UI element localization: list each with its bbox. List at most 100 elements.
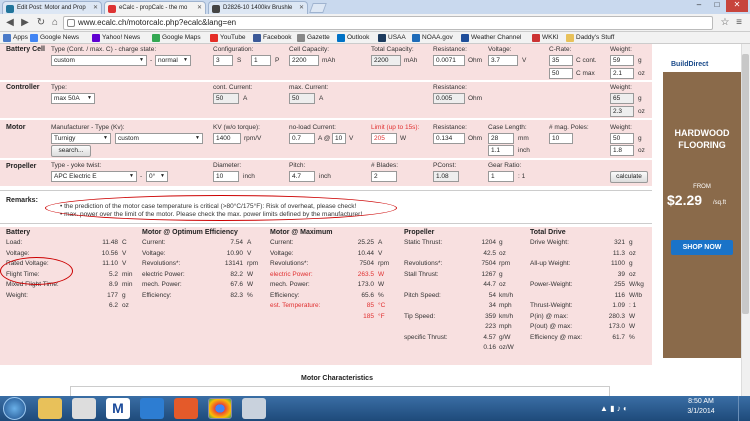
minimize-button[interactable]: – [690, 0, 708, 12]
start-button[interactable] [3, 397, 26, 420]
field-label: Voltage: [488, 46, 512, 53]
tab-motor-product[interactable]: D2826-10 1400kv Brushle ✕ [208, 1, 308, 14]
config-s-input[interactable]: 3 [213, 55, 233, 66]
pconst-value: 1.08 [433, 171, 459, 182]
gear-ratio-input[interactable]: 1 [488, 171, 514, 182]
mag-poles-input[interactable]: 10 [549, 133, 573, 144]
close-icon[interactable]: ✕ [197, 4, 202, 11]
clock-date[interactable]: 3/1/2014 [678, 408, 724, 415]
field-label: Case Length: [488, 124, 527, 131]
result-label: Efficiency: [142, 291, 172, 299]
internet-explorer-icon[interactable] [140, 398, 164, 419]
tab-edit-post[interactable]: Edit Post: Motor and Prop ✕ [2, 1, 102, 14]
result-value: 61.7 [612, 333, 625, 341]
result-unit: °F [378, 312, 385, 320]
menu-icon[interactable]: ≡ [732, 16, 746, 30]
bookmark-facebook[interactable]: Facebook [253, 33, 292, 43]
result-unit: rpm [499, 260, 511, 267]
battery-voltage-input[interactable]: 3.7 [488, 55, 518, 66]
chrome-icon[interactable] [208, 398, 232, 419]
max-current-value: 50 [289, 93, 315, 104]
bookmark-gazette[interactable]: Gazette [297, 33, 330, 43]
result-value: 7.54 [230, 239, 243, 246]
bookmark-usaa[interactable]: USAA [378, 33, 406, 43]
forward-icon[interactable]: ▶ [18, 16, 32, 30]
cell-capacity-input[interactable]: 2200 [289, 55, 319, 66]
config-p-input[interactable]: 1 [251, 55, 271, 66]
case-length-mm-input[interactable]: 28 [488, 133, 514, 144]
maximize-button[interactable]: □ [708, 0, 726, 12]
bookmark-star-icon[interactable]: ☆ [718, 16, 732, 30]
result-label: Load: [6, 239, 23, 246]
bookmark-daddys-stuff[interactable]: Daddy's Stuff [566, 33, 614, 43]
kv-input[interactable]: 1400 [213, 133, 241, 144]
new-tab-button[interactable] [309, 3, 327, 13]
m-app-icon[interactable]: M [106, 398, 130, 419]
paint-icon[interactable] [242, 398, 266, 419]
yoke-twist-select[interactable]: 0° [146, 171, 168, 182]
blades-input[interactable]: 2 [371, 171, 397, 182]
address-bar[interactable]: www.ecalc.ch/motorcalc.php?ecalc&lang=en [63, 16, 713, 30]
shop-now-button[interactable]: SHOP NOW [671, 240, 733, 255]
calculate-button[interactable]: calculate [610, 171, 648, 183]
firefox-icon[interactable] [174, 398, 198, 419]
home-icon[interactable]: ⌂ [48, 16, 62, 30]
motor-manufacturer-select[interactable]: Turnigy [51, 133, 111, 144]
bookmark-apps[interactable]: Apps [3, 33, 28, 43]
field-label: Resistance: [433, 124, 467, 131]
bookmark-google-news[interactable]: Google News [30, 33, 79, 43]
c-max-input[interactable]: 50 [549, 68, 573, 79]
search-button[interactable]: search... [51, 145, 91, 157]
bookmark-google-maps[interactable]: Google Maps [152, 33, 201, 43]
battery-weight-oz-input[interactable]: 2.1 [610, 68, 634, 79]
propeller-type-select[interactable]: APC Electric E [51, 171, 137, 182]
controller-type-select[interactable]: max 50A [51, 93, 95, 104]
battery-resistance-input[interactable]: 0.0071 [433, 55, 465, 66]
scrollbar-thumb[interactable] [742, 54, 749, 314]
tray-icons[interactable]: ▲ ▮ ♪ ◐ [600, 404, 670, 414]
result-label: Current: [142, 239, 166, 246]
close-window-button[interactable]: ✕ [726, 0, 748, 12]
total-drive-title: Total Drive [530, 229, 566, 236]
noload-voltage-input[interactable]: 10 [332, 133, 346, 144]
result-unit: W [629, 312, 636, 320]
show-desktop-button[interactable] [738, 396, 750, 421]
bookmark-noaa[interactable]: NOAA.gov [412, 33, 453, 43]
bookmark-wkki[interactable]: WKKI [532, 33, 559, 43]
pitch-input[interactable]: 4.7 [289, 171, 315, 182]
close-icon[interactable]: ✕ [299, 4, 304, 11]
charge-state-select[interactable]: normal [155, 55, 191, 66]
noload-current-input[interactable]: 0.7 [289, 133, 315, 144]
explorer-icon[interactable] [38, 398, 62, 419]
calculator-icon[interactable] [72, 398, 96, 419]
battery-type-select[interactable]: custom [51, 55, 147, 66]
bookmark-outlook[interactable]: Outlook [337, 33, 369, 43]
diameter-input[interactable]: 10 [213, 171, 239, 182]
bookmark-yahoo-news[interactable]: Yahoo! News [92, 33, 140, 43]
result-value: 185 [363, 312, 374, 320]
result-unit: km/h [499, 291, 514, 299]
motor-weight-oz-input[interactable]: 1.8 [610, 145, 634, 156]
close-icon[interactable]: ✕ [93, 4, 98, 11]
tab-ecalc[interactable]: eCalc - propCalc - the mo ✕ [104, 1, 206, 14]
clock-time[interactable]: 8:50 AM [678, 398, 724, 405]
motor-weight-g-input[interactable]: 50 [610, 133, 634, 144]
reload-icon[interactable]: ↻ [34, 16, 48, 30]
result-unit: W [378, 270, 385, 278]
result-unit: min [122, 281, 133, 288]
c-cont-input[interactable]: 35 [549, 55, 573, 66]
back-icon[interactable]: ◀ [3, 16, 17, 30]
result-value: 116 [614, 291, 625, 299]
result-label: Weight: [6, 291, 28, 299]
motor-type-select[interactable]: custom [115, 133, 203, 144]
ad-banner[interactable]: BuildDirect HARDWOOD FLOORING FROM $2.29… [663, 58, 741, 358]
case-length-in-input[interactable]: 1.1 [488, 145, 514, 156]
power-limit-input[interactable]: 205 [371, 133, 397, 144]
motor-resistance-input[interactable]: 0.134 [433, 133, 465, 144]
battery-weight-g-input[interactable]: 59 [610, 55, 634, 66]
bookmark-weather-channel[interactable]: Weather Channel [461, 33, 521, 43]
result-unit: W [247, 270, 254, 278]
result-label: Thrust-Weight: [530, 302, 573, 309]
result-label: electric Power: [270, 270, 313, 278]
bookmark-youtube[interactable]: YouTube [210, 33, 246, 43]
